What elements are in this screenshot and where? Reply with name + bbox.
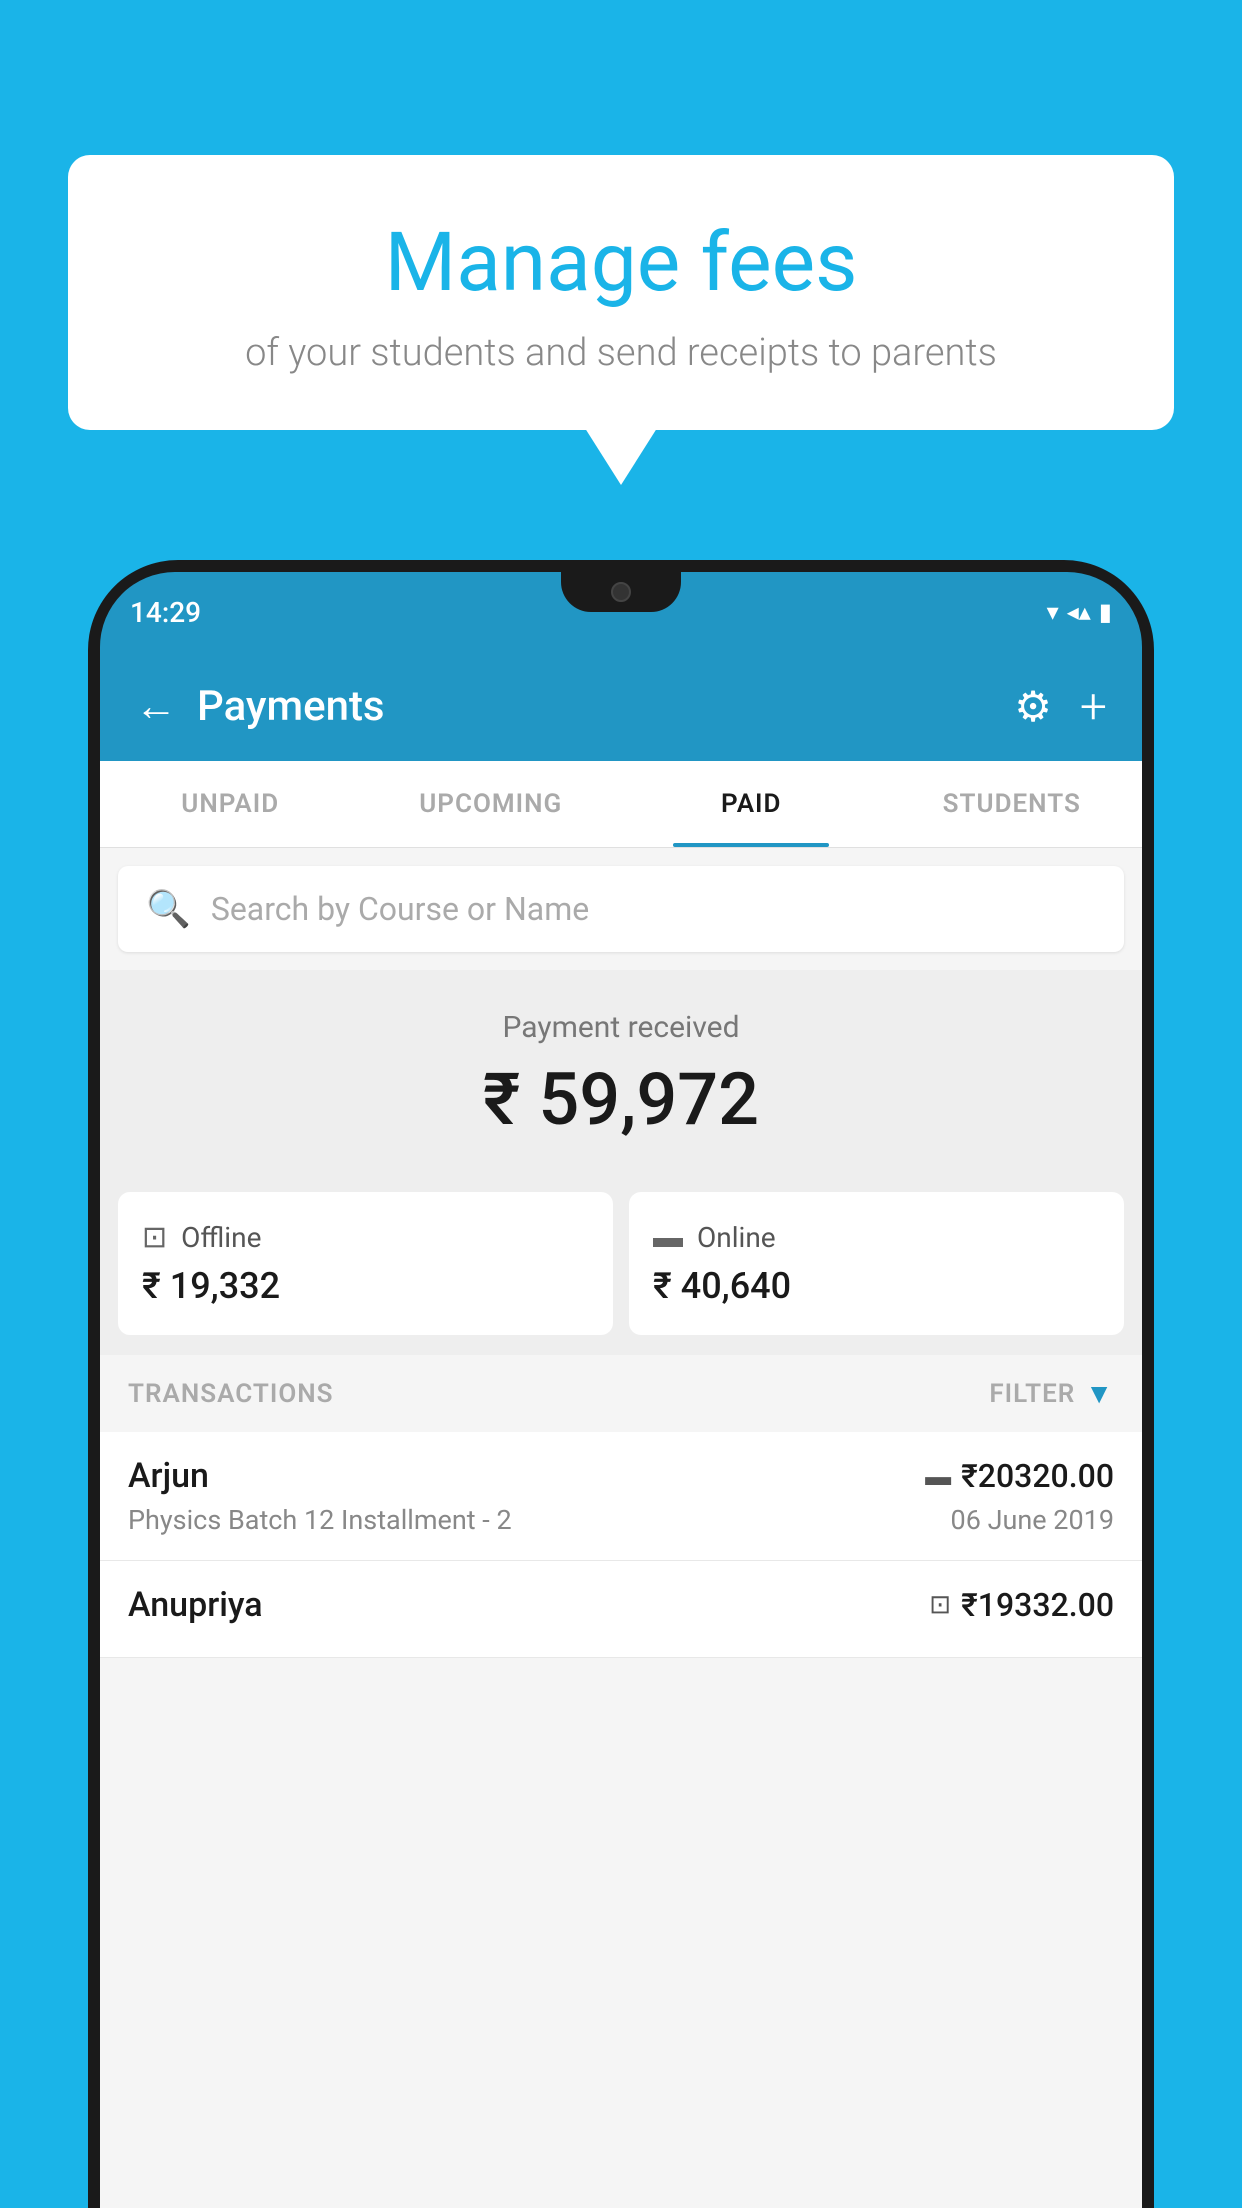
add-icon[interactable]: + (1080, 678, 1107, 735)
tab-students[interactable]: STUDENTS (882, 761, 1143, 847)
online-card: ▬ Online ₹ 40,640 (629, 1192, 1124, 1335)
tab-bar: UNPAID UPCOMING PAID STUDENTS (100, 761, 1142, 848)
bubble-title: Manage fees (128, 215, 1114, 311)
transaction-bottom: Physics Batch 12 Installment - 2 06 June… (128, 1504, 1114, 1536)
tab-upcoming[interactable]: UPCOMING (361, 761, 622, 847)
transaction-row[interactable]: Arjun ▬ ₹20320.00 Physics Batch 12 Insta… (100, 1432, 1142, 1561)
signal-icon: ◂▴ (1067, 598, 1091, 626)
transactions-label: TRANSACTIONS (128, 1379, 334, 1409)
transaction-amount-value: ₹20320.00 (961, 1457, 1114, 1495)
header-left: ← Payments (135, 682, 385, 731)
search-icon: 🔍 (146, 888, 191, 930)
card-icon: ▬ (653, 1220, 683, 1255)
filter-button[interactable]: FILTER ▼ (989, 1377, 1114, 1410)
camera (611, 582, 631, 602)
payment-card-icon: ▬ (925, 1461, 951, 1492)
cash-icon: ⊡ (142, 1220, 167, 1255)
filter-label: FILTER (989, 1379, 1075, 1409)
payment-amount: ₹ 59,972 (120, 1057, 1122, 1142)
speech-bubble-container: Manage fees of your students and send re… (68, 155, 1174, 430)
offline-amount: ₹ 19,332 (142, 1265, 589, 1307)
back-button[interactable]: ← (135, 682, 177, 731)
transaction-name: Anupriya (128, 1585, 263, 1625)
header-title: Payments (197, 682, 385, 731)
payment-received-label: Payment received (120, 1010, 1122, 1045)
battery-icon: ▮ (1099, 598, 1112, 626)
status-icons: ▾ ◂▴ ▮ (1047, 598, 1112, 626)
app-header: ← Payments ⚙ + (100, 652, 1142, 761)
online-card-header: ▬ Online (653, 1220, 1100, 1255)
offline-card-header: ⊡ Offline (142, 1220, 589, 1255)
speech-bubble: Manage fees of your students and send re… (68, 155, 1174, 430)
screen: ← Payments ⚙ + UNPAID UPCOMING PAID STUD… (100, 652, 1142, 2208)
search-bar[interactable]: 🔍 Search by Course or Name (118, 866, 1124, 952)
online-amount: ₹ 40,640 (653, 1265, 1100, 1307)
transaction-name: Arjun (128, 1456, 209, 1496)
transaction-date: 06 June 2019 (951, 1504, 1114, 1536)
payment-cards: ⊡ Offline ₹ 19,332 ▬ Online ₹ 40,640 (100, 1172, 1142, 1355)
status-bar: 14:29 ▾ ◂▴ ▮ (100, 572, 1142, 652)
header-right: ⚙ + (1014, 678, 1107, 735)
filter-icon: ▼ (1085, 1377, 1114, 1410)
transaction-course: Physics Batch 12 Installment - 2 (128, 1504, 512, 1536)
wifi-icon: ▾ (1047, 598, 1059, 626)
transaction-amount: ⊡ ₹19332.00 (929, 1586, 1114, 1624)
offline-card: ⊡ Offline ₹ 19,332 (118, 1192, 613, 1335)
transactions-header: TRANSACTIONS FILTER ▼ (100, 1355, 1142, 1432)
tab-paid[interactable]: PAID (621, 761, 882, 847)
notch (561, 572, 681, 612)
transaction-amount-value: ₹19332.00 (961, 1586, 1114, 1624)
transaction-amount: ▬ ₹20320.00 (925, 1457, 1114, 1495)
tab-unpaid[interactable]: UNPAID (100, 761, 361, 847)
transaction-top: Anupriya ⊡ ₹19332.00 (128, 1585, 1114, 1625)
transaction-top: Arjun ▬ ₹20320.00 (128, 1456, 1114, 1496)
status-time: 14:29 (130, 596, 201, 629)
bubble-subtitle: of your students and send receipts to pa… (128, 331, 1114, 375)
transaction-row[interactable]: Anupriya ⊡ ₹19332.00 (100, 1561, 1142, 1658)
payment-summary: Payment received ₹ 59,972 (100, 970, 1142, 1172)
phone-frame: 14:29 ▾ ◂▴ ▮ ← Payments ⚙ + UNPAID (88, 560, 1154, 2208)
online-label: Online (697, 1221, 776, 1254)
search-placeholder: Search by Course or Name (211, 890, 589, 928)
offline-label: Offline (181, 1221, 261, 1254)
settings-icon[interactable]: ⚙ (1014, 682, 1052, 732)
payment-cash-icon: ⊡ (929, 1590, 951, 1620)
